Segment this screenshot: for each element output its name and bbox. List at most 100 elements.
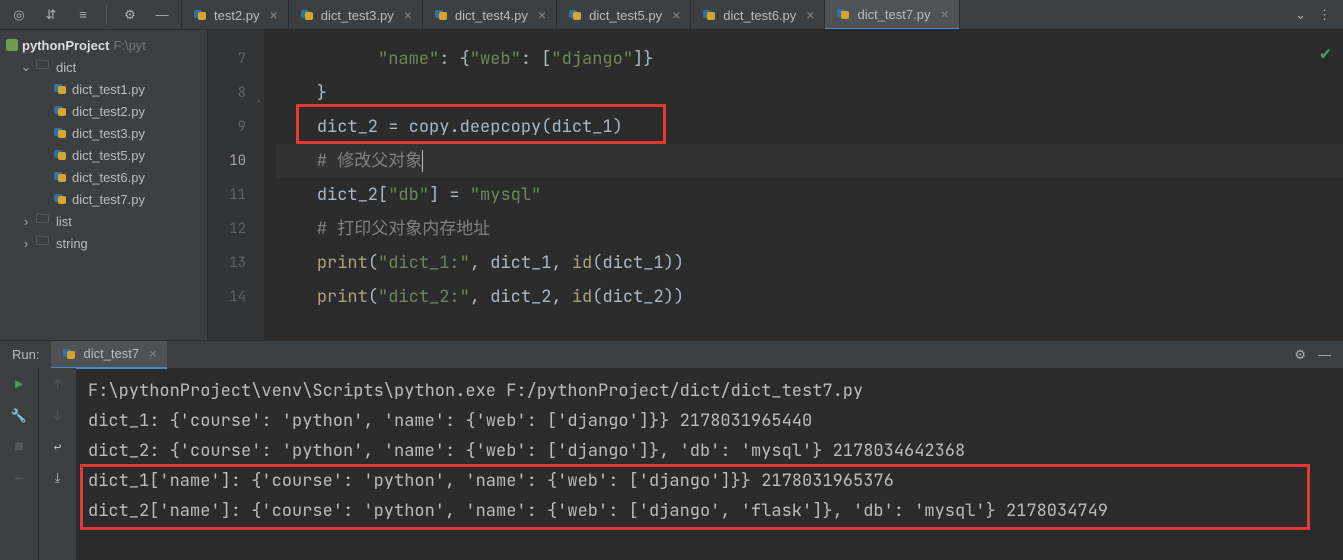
python-file-icon bbox=[433, 7, 449, 23]
editor-tool-group: ◎ ⇵ ≡ ⚙ — bbox=[0, 0, 182, 29]
close-icon[interactable]: × bbox=[149, 346, 157, 361]
project-sidebar: pythonProject F:\pyt ⌄ 🗀 dict dict_test1… bbox=[0, 30, 208, 340]
console-line: dict_2: {'course': 'python', 'name': {'w… bbox=[88, 436, 1331, 466]
editor-tab[interactable]: dict_test6.py × bbox=[691, 0, 825, 29]
main-area: pythonProject F:\pyt ⌄ 🗀 dict dict_test1… bbox=[0, 30, 1343, 340]
code-line: # 打印父对象内存地址 bbox=[276, 212, 1343, 246]
run-panel: ▶ 🔧 ■ ⇤ ↑ ↓ ↩ ⤓ F:\pythonProject\venv\Sc… bbox=[0, 368, 1343, 560]
project-name: pythonProject bbox=[22, 38, 109, 53]
editor-tab[interactable]: dict_test5.py × bbox=[557, 0, 691, 29]
folder-list[interactable]: › 🗀 list bbox=[0, 210, 207, 232]
tree-file[interactable]: dict_test2.py bbox=[0, 100, 207, 122]
python-file-icon bbox=[52, 169, 68, 185]
hide-icon[interactable]: — bbox=[153, 6, 171, 24]
folder-dict[interactable]: ⌄ 🗀 dict bbox=[0, 56, 207, 78]
wrench-icon[interactable]: 🔧 bbox=[11, 407, 27, 424]
tree-file[interactable]: dict_test3.py bbox=[0, 122, 207, 144]
tree-file[interactable]: dict_test1.py bbox=[0, 78, 207, 100]
code-line: dict_2 = copy.deepcopy(dict_1) bbox=[276, 110, 1343, 144]
project-icon bbox=[6, 39, 18, 51]
code-area[interactable]: "name": {"web": ["django"]} } dict_2 = c… bbox=[264, 30, 1343, 340]
close-icon[interactable]: × bbox=[270, 7, 278, 23]
code-line: print("dict_1:", dict_1, id(dict_1)) bbox=[276, 246, 1343, 280]
console-line: F:\pythonProject\venv\Scripts\python.exe… bbox=[88, 376, 1331, 406]
close-icon[interactable]: × bbox=[404, 7, 412, 23]
editor-tab[interactable]: dict_test3.py × bbox=[289, 0, 423, 29]
code-editor[interactable]: 78⌃91011121314 "name": {"web": ["django"… bbox=[208, 30, 1343, 340]
folder-label: string bbox=[56, 236, 88, 251]
down-icon[interactable]: ↓ bbox=[54, 407, 62, 424]
line-number: 7 bbox=[208, 42, 264, 76]
folder-icon: 🗀 bbox=[36, 56, 52, 78]
file-label: dict_test7.py bbox=[72, 192, 145, 207]
line-number: 9 bbox=[208, 110, 264, 144]
close-icon[interactable]: × bbox=[672, 7, 680, 23]
python-file-icon bbox=[567, 7, 583, 23]
tab-label: dict_test4.py bbox=[455, 8, 528, 23]
run-label: Run: bbox=[0, 347, 51, 362]
chevron-down-icon: ⌄ bbox=[20, 59, 32, 75]
file-label: dict_test1.py bbox=[72, 82, 145, 97]
python-file-icon bbox=[52, 81, 68, 97]
settings-icon[interactable]: ⚙ bbox=[121, 6, 139, 24]
target-icon[interactable]: ◎ bbox=[10, 6, 28, 24]
line-number: 8⌃ bbox=[208, 76, 264, 110]
project-root[interactable]: pythonProject F:\pyt bbox=[0, 34, 207, 56]
exit-icon[interactable]: ⇤ bbox=[15, 469, 23, 486]
folder-label: dict bbox=[56, 60, 76, 75]
tab-label: dict_test3.py bbox=[321, 8, 394, 23]
tree-file[interactable]: dict_test7.py bbox=[0, 188, 207, 210]
run-tool-group: ⚙ — bbox=[1282, 347, 1343, 363]
chevron-down-icon[interactable]: ⌄ bbox=[1295, 7, 1306, 23]
file-label: dict_test3.py bbox=[72, 126, 145, 141]
python-file-icon bbox=[52, 147, 68, 163]
run-tab[interactable]: dict_test7 × bbox=[51, 341, 166, 369]
collapse-icon[interactable]: ≡ bbox=[74, 6, 92, 24]
close-icon[interactable]: × bbox=[806, 7, 814, 23]
close-icon[interactable]: × bbox=[538, 7, 546, 23]
rerun-icon[interactable]: ▶ bbox=[15, 376, 23, 393]
inspection-ok-icon[interactable]: ✔ bbox=[1320, 42, 1331, 65]
soft-wrap-icon[interactable]: ↩ bbox=[54, 438, 62, 455]
python-file-icon bbox=[61, 346, 77, 362]
folder-icon: 🗀 bbox=[36, 210, 52, 232]
code-line: "name": {"web": ["django"]} bbox=[276, 42, 1343, 76]
expand-icon[interactable]: ⇵ bbox=[42, 6, 60, 24]
tab-label: dict_test6.py bbox=[723, 8, 796, 23]
scroll-to-end-icon[interactable]: ⤓ bbox=[55, 469, 61, 486]
tree-file[interactable]: dict_test6.py bbox=[0, 166, 207, 188]
code-line: } bbox=[276, 76, 1343, 110]
code-line: dict_2["db"] = "mysql" bbox=[276, 178, 1343, 212]
chevron-right-icon: › bbox=[20, 214, 32, 229]
editor-tab[interactable]: dict_test4.py × bbox=[423, 0, 557, 29]
line-number: 12 bbox=[208, 212, 264, 246]
console-line: dict_2['name']: {'course': 'python', 'na… bbox=[88, 496, 1331, 526]
tab-label: dict_test7.py bbox=[857, 7, 930, 22]
line-number: 10 bbox=[208, 144, 264, 178]
more-icon[interactable]: ⋮ bbox=[1318, 7, 1331, 23]
folder-icon: 🗀 bbox=[36, 232, 52, 254]
run-actions: ▶ 🔧 ■ ⇤ bbox=[0, 368, 38, 560]
stop-icon[interactable]: ■ bbox=[15, 438, 23, 455]
python-file-icon bbox=[192, 7, 208, 23]
editor-tab[interactable]: test2.py× bbox=[182, 0, 289, 29]
settings-icon[interactable]: ⚙ bbox=[1294, 347, 1306, 363]
editor-tab[interactable]: dict_test7.py × bbox=[825, 0, 959, 29]
line-number: 14 bbox=[208, 280, 264, 314]
python-file-icon bbox=[52, 191, 68, 207]
tab-overflow: ⌄ ⋮ bbox=[1283, 0, 1343, 29]
line-gutter: 78⌃91011121314 bbox=[208, 30, 264, 340]
folder-string[interactable]: › 🗀 string bbox=[0, 232, 207, 254]
python-file-icon bbox=[835, 6, 851, 22]
line-number: 11 bbox=[208, 178, 264, 212]
up-icon[interactable]: ↑ bbox=[54, 376, 62, 393]
close-icon[interactable]: × bbox=[940, 6, 948, 22]
tab-label: dict_test5.py bbox=[589, 8, 662, 23]
console-line: dict_1['name']: {'course': 'python', 'na… bbox=[88, 466, 1331, 496]
hide-icon[interactable]: — bbox=[1318, 347, 1331, 363]
chevron-right-icon: › bbox=[20, 236, 32, 251]
console-output[interactable]: F:\pythonProject\venv\Scripts\python.exe… bbox=[76, 368, 1343, 560]
editor-tabs: test2.py×dict_test3.py×dict_test4.py×dic… bbox=[182, 0, 1283, 29]
tree-file[interactable]: dict_test5.py bbox=[0, 144, 207, 166]
file-label: dict_test2.py bbox=[72, 104, 145, 119]
